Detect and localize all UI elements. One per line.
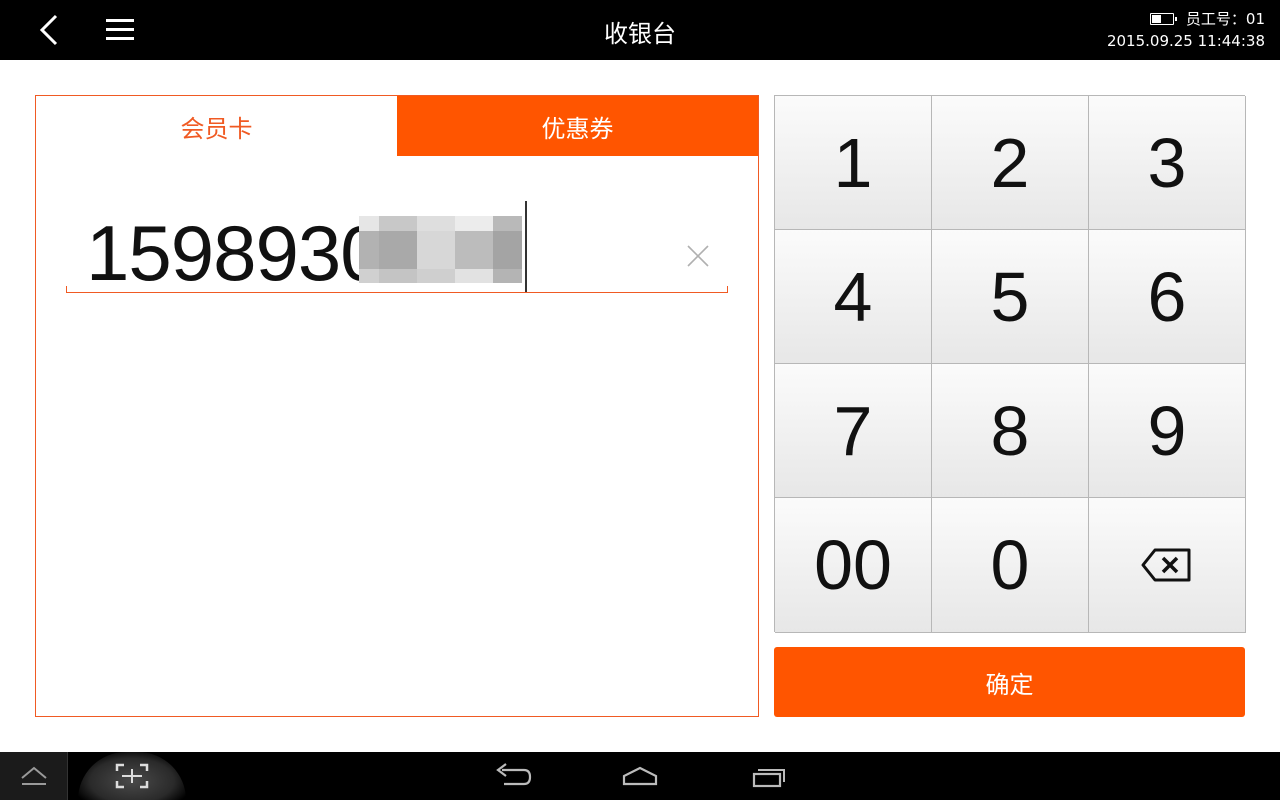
hide-bar-icon[interactable] <box>0 752 68 800</box>
key-9[interactable]: 9 <box>1089 364 1246 498</box>
battery-icon <box>1149 13 1177 25</box>
employee-id: 员工号：01 <box>1185 10 1265 28</box>
key-6[interactable]: 6 <box>1089 230 1246 364</box>
key-8[interactable]: 8 <box>932 364 1089 498</box>
nav-recent-apps-icon[interactable] <box>746 760 790 794</box>
input-panel: 会员卡 优惠券 1598930 <box>35 95 759 717</box>
tab-member-card[interactable]: 会员卡 <box>36 96 397 156</box>
confirm-button[interactable]: 确定 <box>774 647 1245 717</box>
masked-digits <box>359 216 522 283</box>
card-number-input[interactable]: 1598930 <box>66 201 728 297</box>
text-cursor <box>525 201 527 293</box>
status-area: 员工号：01 2015.09.25 11:44:38 <box>1107 8 1265 52</box>
datetime: 2015.09.25 11:44:38 <box>1106 32 1265 50</box>
top-action-bar: 收银台 员工号：01 2015.09.25 11:44:38 <box>0 0 1280 60</box>
key-7[interactable]: 7 <box>775 364 932 498</box>
key-3[interactable]: 3 <box>1089 96 1246 230</box>
battery-level <box>1151 15 1161 23</box>
key-00[interactable]: 00 <box>775 498 932 633</box>
key-2[interactable]: 2 <box>932 96 1089 230</box>
input-underline <box>66 286 728 293</box>
input-value: 1598930 <box>86 209 384 297</box>
page-title: 收银台 <box>604 20 676 48</box>
system-nav-bar <box>0 752 1280 800</box>
scan-icon[interactable] <box>78 752 186 800</box>
tab-coupon[interactable]: 优惠券 <box>397 96 758 156</box>
nav-home-icon[interactable] <box>618 760 662 794</box>
numeric-keypad: 1 2 3 4 5 6 7 8 9 00 0 <box>774 95 1246 633</box>
tab-bar: 会员卡 优惠券 <box>36 96 758 156</box>
key-5[interactable]: 5 <box>932 230 1089 364</box>
clear-icon[interactable] <box>686 244 710 268</box>
key-1[interactable]: 1 <box>775 96 932 230</box>
key-0[interactable]: 0 <box>932 498 1089 633</box>
backspace-key[interactable] <box>1089 498 1246 633</box>
backspace-icon <box>1141 548 1191 582</box>
key-4[interactable]: 4 <box>775 230 932 364</box>
nav-back-icon[interactable] <box>490 760 534 794</box>
